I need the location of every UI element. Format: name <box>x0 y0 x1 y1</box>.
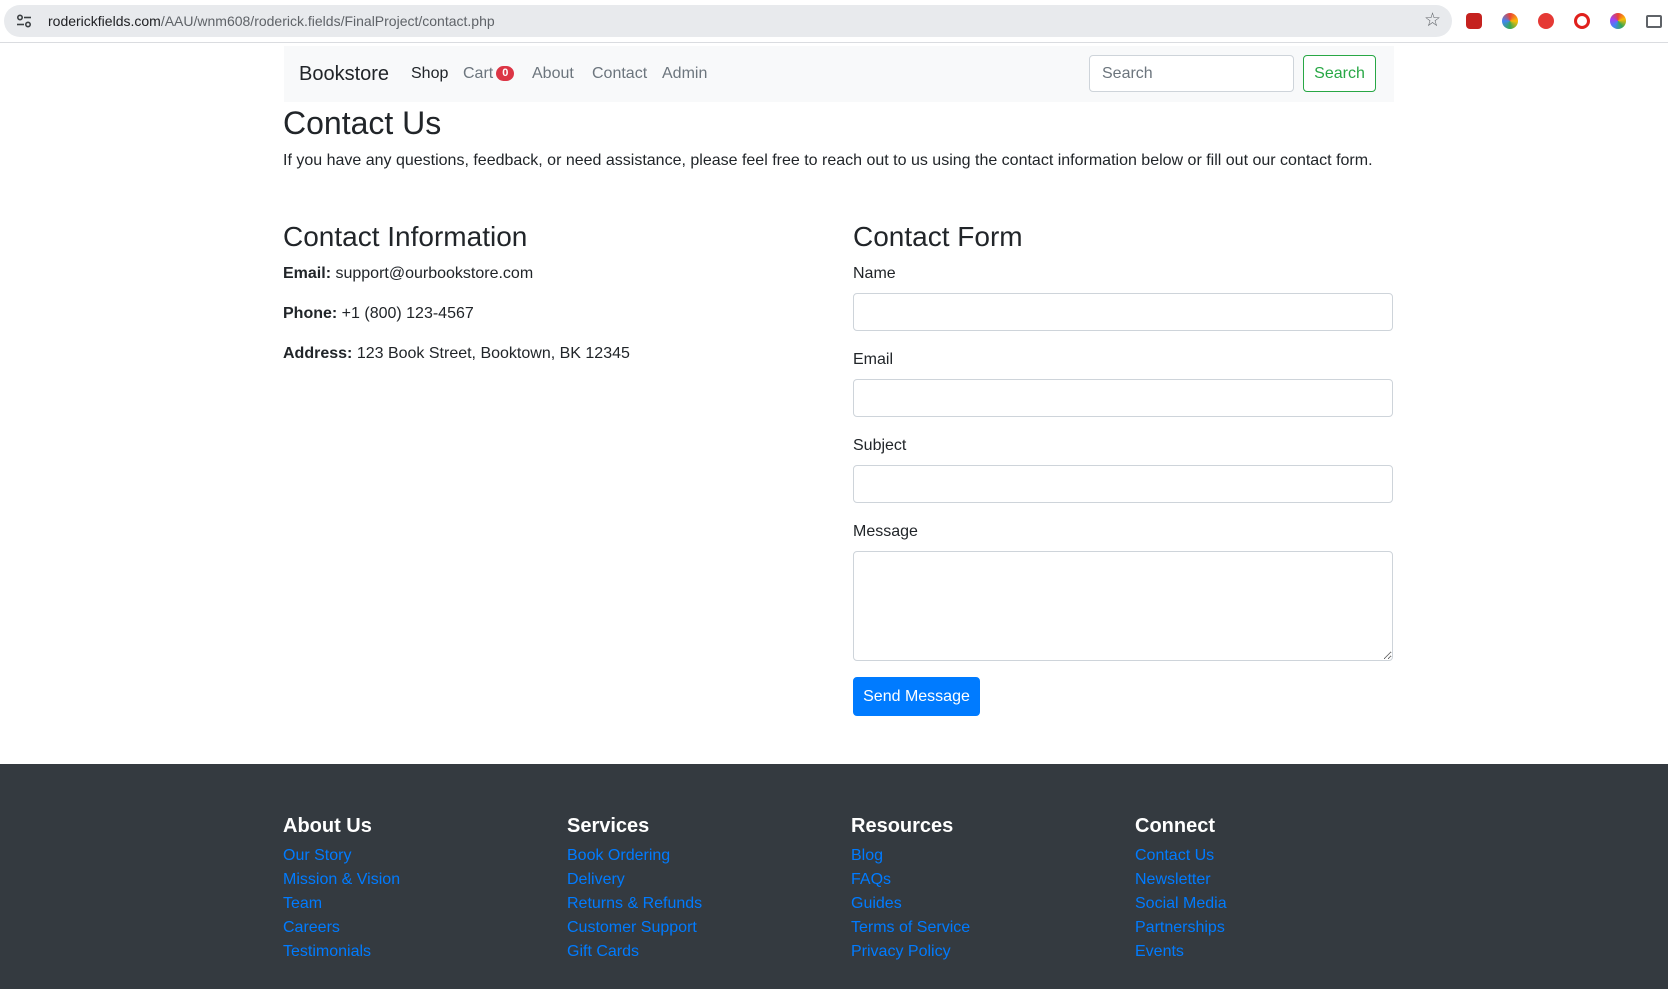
nav-about[interactable]: About <box>532 65 574 83</box>
email-field[interactable] <box>853 379 1393 417</box>
send-message-button[interactable]: Send Message <box>853 677 980 716</box>
contact-info-heading: Contact Information <box>283 221 528 252</box>
nav-admin[interactable]: Admin <box>662 65 707 83</box>
footer-col-resources: Resources Blog FAQs Guides Terms of Serv… <box>851 814 970 964</box>
footer-link[interactable]: Contact Us <box>1135 844 1227 868</box>
message-field[interactable] <box>853 551 1393 661</box>
contact-address-value: 123 Book Street, Booktown, BK 12345 <box>356 345 630 362</box>
footer-link[interactable]: Book Ordering <box>567 844 702 868</box>
footer-col-services: Services Book Ordering Delivery Returns … <box>567 814 702 964</box>
page-title: Contact Us <box>283 105 442 141</box>
contact-phone-value: +1 (800) 123-4567 <box>341 305 474 322</box>
footer-link[interactable]: Customer Support <box>567 916 702 940</box>
footer-link[interactable]: Team <box>283 892 400 916</box>
footer-link[interactable]: Privacy Policy <box>851 940 970 964</box>
extension-ring-icon[interactable] <box>1610 13 1626 29</box>
footer-link[interactable]: Terms of Service <box>851 916 970 940</box>
url-path: /AAU/wnm608/roderick.fields/FinalProject… <box>160 13 495 29</box>
message-label: Message <box>853 523 918 540</box>
footer-heading: Services <box>567 815 650 837</box>
url-text[interactable]: roderickfields.com/AAU/wnm608/roderick.f… <box>48 13 495 29</box>
footer-link[interactable]: Newsletter <box>1135 868 1227 892</box>
extension-red-icon[interactable] <box>1466 13 1482 29</box>
contact-email-value: support@ourbookstore.com <box>335 265 534 282</box>
tune-icon[interactable] <box>16 14 32 28</box>
footer-link[interactable]: Events <box>1135 940 1227 964</box>
footer-link[interactable]: Our Story <box>283 844 400 868</box>
extension-shield-icon[interactable] <box>1538 13 1554 29</box>
footer-heading: Connect <box>1135 815 1215 837</box>
name-field[interactable] <box>853 293 1393 331</box>
footer-col-connect: Connect Contact Us Newsletter Social Med… <box>1135 814 1227 964</box>
footer-link[interactable]: Mission & Vision <box>283 868 400 892</box>
contact-phone-label: Phone: <box>283 305 338 322</box>
nav-contact[interactable]: Contact <box>592 65 647 83</box>
footer-link[interactable]: Blog <box>851 844 970 868</box>
footer-link[interactable]: Testimonials <box>283 940 400 964</box>
brand-logo[interactable]: Bookstore <box>299 63 389 86</box>
email-label: Email <box>853 351 894 368</box>
mail-icon[interactable] <box>1646 15 1662 28</box>
footer-link[interactable]: Partnerships <box>1135 916 1227 940</box>
footer-link[interactable]: Returns & Refunds <box>567 892 702 916</box>
footer-link[interactable]: Gift Cards <box>567 940 702 964</box>
extension-opera-icon[interactable] <box>1574 13 1590 29</box>
contact-form-heading: Contact Form <box>853 221 1023 252</box>
search-input[interactable] <box>1089 55 1294 92</box>
footer-heading: Resources <box>851 815 954 837</box>
footer-heading: About Us <box>283 815 372 837</box>
name-label: Name <box>853 265 896 282</box>
site-footer: About Us Our Story Mission & Vision Team… <box>0 764 1668 989</box>
address-bar[interactable]: roderickfields.com/AAU/wnm608/roderick.f… <box>4 5 1452 37</box>
contact-email-label: Email: <box>283 265 332 282</box>
footer-link[interactable]: Social Media <box>1135 892 1227 916</box>
footer-link[interactable]: Guides <box>851 892 970 916</box>
footer-link[interactable]: Careers <box>283 916 400 940</box>
contact-address: Address: 123 Book Street, Booktown, BK 1… <box>283 344 630 364</box>
nav-shop[interactable]: Shop <box>411 65 448 83</box>
subject-label: Subject <box>853 437 907 454</box>
contact-address-label: Address: <box>283 345 353 362</box>
nav-cart-label: Cart <box>463 65 494 82</box>
contact-email: Email: support@ourbookstore.com <box>283 264 533 284</box>
page-intro: If you have any questions, feedback, or … <box>283 152 1373 169</box>
footer-col-about: About Us Our Story Mission & Vision Team… <box>283 814 400 964</box>
site-navbar: Bookstore Shop Cart 0 About Contact Admin… <box>284 46 1394 102</box>
subject-field[interactable] <box>853 465 1393 503</box>
search-button[interactable]: Search <box>1303 55 1376 92</box>
url-host: roderickfields.com <box>48 13 161 29</box>
bookmark-star-icon[interactable]: ☆ <box>1424 11 1441 31</box>
footer-link[interactable]: FAQs <box>851 868 970 892</box>
footer-link[interactable]: Delivery <box>567 868 702 892</box>
browser-toolbar: roderickfields.com/AAU/wnm608/roderick.f… <box>0 0 1668 43</box>
cart-count-badge: 0 <box>496 66 515 82</box>
extension-color-icon[interactable] <box>1502 13 1518 29</box>
contact-phone: Phone: +1 (800) 123-4567 <box>283 304 474 324</box>
nav-cart[interactable]: Cart 0 <box>463 65 515 83</box>
